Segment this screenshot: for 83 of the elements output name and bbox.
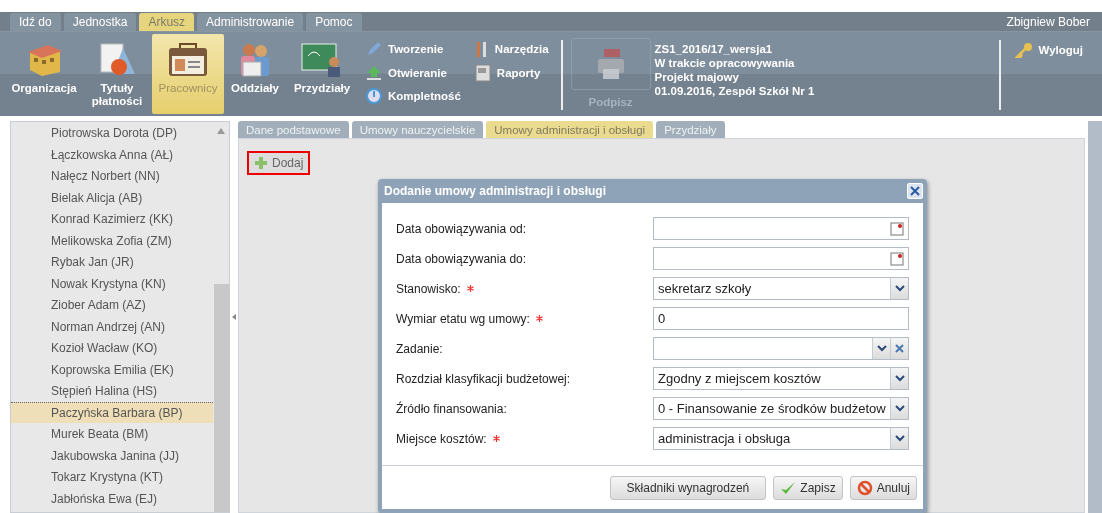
dialog-button[interactable]: Zapisz [773, 475, 843, 500]
employee-item[interactable]: Łączkowska Anna (AŁ) [11, 143, 213, 165]
input-field[interactable]: 0 [653, 307, 909, 330]
power-icon [366, 88, 382, 104]
field-label: Data obowiązywania do: [396, 251, 527, 266]
employee-item[interactable]: Bielak Alicja (AB) [11, 186, 213, 208]
toolbar-button[interactable]: Tytuły płatności [82, 34, 152, 114]
select-field[interactable]: Zgodny z miejscem kosztów [653, 367, 909, 390]
field-label: Rozdział klasyfikacji budżetowej: [396, 371, 571, 386]
employee-item[interactable]: Murek Beata (BM) [11, 423, 213, 445]
toolbar-button[interactable]: Przydziały [286, 34, 358, 114]
dialog-button[interactable]: Składniki wynagrodzeń [609, 475, 767, 500]
close-icon [910, 186, 920, 196]
employee-item[interactable]: Nowak Krystyna (KN) [11, 272, 213, 294]
sheet-info-line: 01.09.2016, Zespół Szkół Nr 1 [654, 84, 816, 98]
calendar-icon[interactable] [890, 221, 904, 236]
field-label: Data obowiązywania od: [396, 221, 527, 236]
employee-item[interactable]: Tokarz Krystyna (KT) [11, 466, 213, 488]
report-icon [474, 64, 491, 82]
field-value: Zgodny z miejscem kosztów [657, 371, 822, 386]
toolbar-button[interactable]: Narzędzia [474, 40, 549, 58]
toolbar-button[interactable]: Kompletność [366, 88, 461, 104]
employee-item[interactable]: Jabłońska Ewa (EJ) [11, 487, 213, 509]
caret-icon [894, 405, 905, 412]
field-label: Stanowisko: [396, 281, 461, 296]
calendar-icon[interactable] [890, 251, 904, 266]
employee-item[interactable]: Kozioł Wacław (KO) [11, 337, 213, 359]
cancel-icon [856, 479, 873, 496]
field-value: sekretarz szkoły [657, 281, 753, 296]
collapse-icon[interactable] [232, 314, 236, 320]
field-value: 0 - Finansowanie ze środków budżetow [657, 401, 887, 416]
select-field[interactable]: administracja i obsługa [653, 427, 909, 450]
employee-item[interactable]: Rybak Jan (JR) [11, 251, 213, 273]
checkmark-icon [780, 479, 797, 496]
toolbar-button[interactable]: Tworzenie [366, 40, 461, 58]
employee-item[interactable]: Piotrowska Dorota (DP) [11, 122, 213, 144]
field-value: administracja i obsługa [657, 431, 792, 446]
id-badge-icon [166, 42, 210, 78]
upload-icon [366, 65, 382, 81]
employee-item[interactable]: Konrad Kazimierz (KK) [11, 208, 213, 230]
user-name: Zbigniew Bober [1006, 14, 1091, 29]
caret-icon [894, 285, 905, 292]
employee-item[interactable]: Melikowska Zofia (ZM) [11, 229, 213, 251]
employee-item[interactable]: Jakubowska Janina (JJ) [11, 444, 213, 466]
sheet-info-line: Projekt majowy [654, 70, 740, 84]
add-button[interactable]: Dodaj [247, 151, 311, 175]
employee-item[interactable]: Norman Andrzej (AN) [11, 315, 213, 337]
employee-item[interactable]: Ziober Adam (AZ) [11, 294, 213, 316]
field-label: Zadanie: [396, 341, 443, 356]
sheet-info-line: W trakcie opracowywania [654, 56, 796, 70]
date-field[interactable] [653, 217, 909, 240]
scrollbar-thumb[interactable] [213, 284, 229, 512]
close-button[interactable] [907, 183, 923, 199]
geometry-icon [97, 42, 137, 78]
employee-item[interactable]: Stępień Halina (HS) [11, 380, 213, 402]
dialog-title: Dodanie umowy administracji i obsługi [383, 184, 607, 198]
employee-item[interactable]: Paczyńska Barbara (BP) [11, 401, 213, 423]
toolbar-button[interactable]: Raporty [474, 64, 549, 82]
field-value: 0 [657, 311, 667, 326]
tab[interactable]: Umowy administracji i obsługi [486, 121, 654, 138]
clear-icon[interactable] [895, 344, 904, 353]
select-field[interactable]: 0 - Finansowanie ze środków budżetow [653, 397, 909, 420]
date-field[interactable] [653, 247, 909, 270]
field-label: Źródło finansowania: [396, 401, 507, 416]
employee-item[interactable]: Koprowska Emilia (EK) [11, 358, 213, 380]
caret-icon [876, 345, 887, 352]
sheet-info-line: ZS1_2016/17_wersja1 [654, 42, 774, 56]
toolbar-button[interactable]: Organizacja [6, 34, 82, 114]
logout-button[interactable]: Wyloguj [1014, 42, 1084, 58]
plus-icon [254, 156, 268, 170]
field-label: Wymiar etatu wg umowy: [396, 311, 530, 326]
combo-field[interactable] [653, 337, 909, 360]
toolbar-button[interactable]: Otwieranie [366, 64, 461, 82]
caret-icon [894, 375, 905, 382]
dialog-button[interactable]: Anuluj [849, 475, 917, 500]
employee-item[interactable]: Nałęcz Norbert (NN) [11, 165, 213, 187]
scroll-up-icon[interactable] [217, 128, 225, 134]
pencil-icon [366, 41, 382, 57]
key-icon [1014, 42, 1033, 58]
field-label: Miejsce kosztów: [396, 431, 487, 446]
caret-icon [894, 435, 905, 442]
toolbar-button[interactable]: Oddziały [224, 34, 286, 114]
select-field[interactable]: sekretarz szkoły [653, 277, 909, 300]
